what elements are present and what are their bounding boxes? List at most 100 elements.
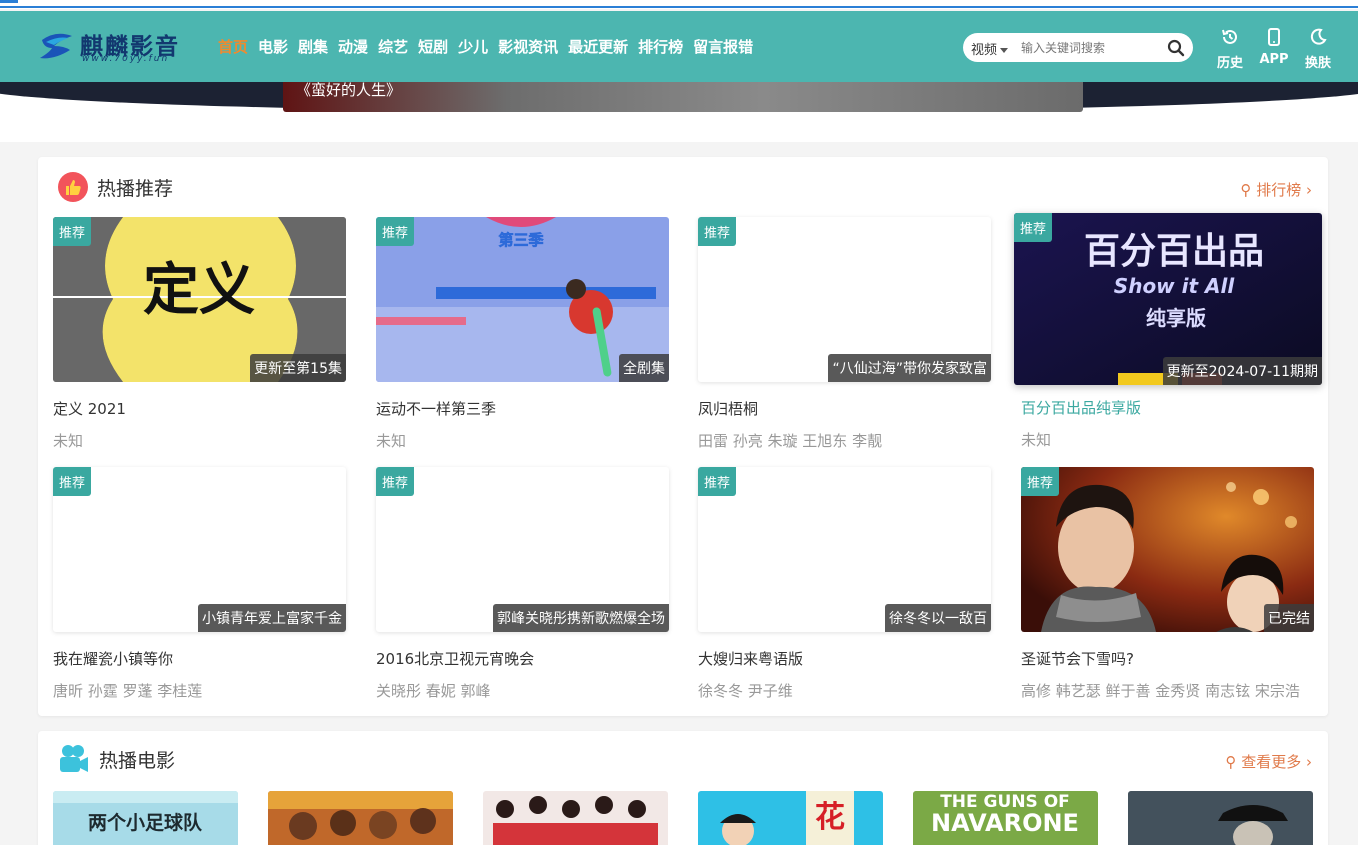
thumbnail-football-text: 两个小足球队 (88, 811, 203, 834)
thumbnail-navarone: THE GUNS OF NAVARONE (913, 791, 1098, 845)
video-title[interactable]: 我在耀瓷小镇等你 (53, 648, 346, 669)
hot-movies-section: 热播电影 ⚲ 查看更多 › 两个小足球队 花 THE GUNS OF NAVAR… (38, 731, 1328, 845)
site-header: 麒麟影音 www.70yy.fun 首页 电影 剧集 动漫 综艺 短剧 少儿 影… (0, 11, 1358, 82)
search-box: 视频 (963, 33, 1193, 62)
thumbnail-football: 两个小足球队 (53, 791, 238, 845)
video-thumbnail[interactable]: 推荐 徐冬冬以一敌百 (698, 467, 991, 632)
banner-caption[interactable]: 《蛮好的人生》 (296, 82, 401, 98)
video-thumbnail[interactable]: 第三季 推荐 全剧集 (376, 217, 669, 382)
video-card[interactable]: 推荐 已完结 圣诞节会下雪吗? 高修 韩艺瑟 鲜于善 金秀贤 南志铉 宋宗浩 (1021, 467, 1314, 701)
movie-thumbnail[interactable] (268, 791, 453, 845)
recommend-badge: 推荐 (698, 217, 737, 246)
site-logo[interactable]: 麒麟影音 www.70yy.fun (38, 27, 198, 67)
logo-mark-icon (40, 33, 72, 59)
recommend-badge: 推荐 (376, 217, 415, 246)
nav-movies[interactable]: 电影 (258, 36, 288, 58)
search-type-select[interactable]: 视频 (971, 39, 1009, 58)
nav-anime[interactable]: 动漫 (338, 36, 368, 58)
nav-feedback[interactable]: 留言报错 (693, 36, 753, 58)
nav-recent[interactable]: 最近更新 (568, 36, 628, 58)
header-tools: 历史 APP 换肤 (1212, 27, 1336, 71)
phone-icon (1268, 28, 1280, 46)
recommend-badge: 推荐 (53, 467, 92, 496)
video-cast: 未知 (53, 432, 84, 450)
hot-recommend-section: 热播推荐 ⚲ 排行榜 › 定义 推荐 更新至第15集 定义 2021 未知 第三… (38, 157, 1328, 716)
video-card-hovered[interactable]: 百分百出品 Show it All 纯享版 推荐 更新至2024-07-11期期… (1014, 213, 1322, 450)
video-title[interactable]: 百分百出品纯享版 (1014, 397, 1322, 418)
movie-thumbnail[interactable]: 花 (698, 791, 883, 845)
video-title[interactable]: 大嫂归来粤语版 (698, 648, 991, 669)
video-thumbnail[interactable]: 推荐 郭峰关晓彤携新歌燃爆全场 (376, 467, 669, 632)
site-url: www.70yy.fun (82, 54, 170, 64)
hot-movies-header: 热播电影 (57, 741, 175, 777)
strip-bar (0, 6, 1358, 8)
recommend-badge: 推荐 (1021, 467, 1060, 496)
video-thumbnail[interactable]: 推荐 “八仙过海”带你发家致富 (698, 217, 991, 382)
browser-top-strip (0, 0, 1358, 9)
nav-home[interactable]: 首页 (218, 36, 248, 58)
video-title[interactable]: 2016北京卫视元宵晚会 (376, 648, 669, 669)
main-nav: 首页 电影 剧集 动漫 综艺 短剧 少儿 影视资讯 最近更新 排行榜 留言报错 (218, 36, 753, 58)
strip-corner (0, 0, 18, 3)
chevron-down-icon (1000, 48, 1009, 53)
movie-thumbnail[interactable]: THE GUNS OF NAVARONE (913, 791, 1098, 845)
thumbnail-movie-2 (268, 791, 453, 845)
search-input[interactable] (1021, 39, 1161, 57)
thumbnail-baifen-text: 百分百出品 (1084, 231, 1264, 272)
thumbnail-dingyi-text: 定义 (143, 257, 255, 323)
episode-status: 更新至2024-07-11期期 (1162, 357, 1322, 385)
moon-icon (1310, 28, 1327, 45)
movie-thumbnail[interactable] (483, 791, 668, 845)
thumbnail-season-text: 第三季 (498, 231, 543, 249)
nav-series[interactable]: 剧集 (298, 36, 328, 58)
video-card[interactable]: 推荐 郭峰关晓彤携新歌燃爆全场 2016北京卫视元宵晚会 关晓彤 春妮 郭峰 (376, 467, 669, 701)
banner-slide[interactable] (283, 82, 1083, 112)
video-card[interactable]: 推荐 徐冬冬以一敌百 大嫂归来粤语版 徐冬冬 尹子维 (698, 467, 991, 701)
video-card[interactable]: 定义 推荐 更新至第15集 定义 2021 未知 (53, 217, 346, 451)
video-title[interactable]: 凤归梧桐 (698, 398, 991, 419)
video-cast: 关晓彤 春妮 郭峰 (376, 682, 491, 700)
recommend-badge: 推荐 (1014, 213, 1053, 242)
nav-news[interactable]: 影视资讯 (498, 36, 558, 58)
search-icon[interactable] (1167, 39, 1185, 57)
thumbnail-movie-4: 花 (698, 791, 883, 845)
episode-status: 全剧集 (619, 354, 669, 382)
movie-thumbnail[interactable]: 两个小足球队 (53, 791, 238, 845)
history-label: 历史 (1216, 56, 1243, 71)
thumbnail-movie-3 (483, 791, 668, 845)
video-card[interactable]: 推荐 小镇青年爱上富家千金 我在耀瓷小镇等你 唐昕 孙霆 罗蓬 李桂莲 (53, 467, 346, 701)
ranking-link-label: 排行榜 (1256, 181, 1302, 199)
video-card[interactable]: 第三季 推荐 全剧集 运动不一样第三季 未知 (376, 217, 669, 451)
episode-status: 更新至第15集 (250, 354, 346, 382)
video-thumbnail[interactable]: 定义 推荐 更新至第15集 (53, 217, 346, 382)
theme-button[interactable]: 换肤 (1300, 27, 1336, 71)
location-pin-icon: ⚲ (1225, 753, 1237, 771)
episode-status: “八仙过海”带你发家致富 (828, 354, 991, 382)
video-card[interactable]: 推荐 “八仙过海”带你发家致富 凤归梧桐 田雷 孙亮 朱璇 王旭东 李靓 (698, 217, 991, 451)
video-thumbnail[interactable]: 推荐 小镇青年爱上富家千金 (53, 467, 346, 632)
video-cast: 未知 (376, 432, 407, 450)
thumbnail-hua-text: 花 (815, 800, 845, 835)
nav-variety[interactable]: 综艺 (378, 36, 408, 58)
video-thumbnail[interactable]: 百分百出品 Show it All 纯享版 推荐 更新至2024-07-11期期 (1014, 213, 1322, 385)
app-label: APP (1259, 52, 1289, 67)
nav-short-drama[interactable]: 短剧 (418, 36, 448, 58)
recommend-badge: 推荐 (53, 217, 92, 246)
video-cast: 徐冬冬 尹子维 (698, 682, 793, 700)
see-more-link[interactable]: ⚲ 查看更多 › (1225, 751, 1312, 772)
history-icon (1222, 29, 1237, 44)
banner-carousel: 《蛮好的人生》 (0, 82, 1358, 142)
video-thumbnail[interactable]: 推荐 已完结 (1021, 467, 1314, 632)
app-button[interactable]: APP (1256, 27, 1292, 71)
theme-label: 换肤 (1304, 56, 1331, 71)
thumbnail-movie-6 (1128, 791, 1313, 845)
nav-kids[interactable]: 少儿 (458, 36, 488, 58)
video-title[interactable]: 圣诞节会下雪吗? (1021, 648, 1314, 669)
ranking-link[interactable]: ⚲ 排行榜 › (1240, 179, 1312, 200)
movie-thumbnail[interactable] (1128, 791, 1313, 845)
video-title[interactable]: 运动不一样第三季 (376, 398, 669, 419)
history-button[interactable]: 历史 (1212, 27, 1248, 71)
episode-status: 小镇青年爱上富家千金 (198, 604, 346, 632)
video-title[interactable]: 定义 2021 (53, 398, 346, 419)
nav-ranking[interactable]: 排行榜 (638, 36, 683, 58)
